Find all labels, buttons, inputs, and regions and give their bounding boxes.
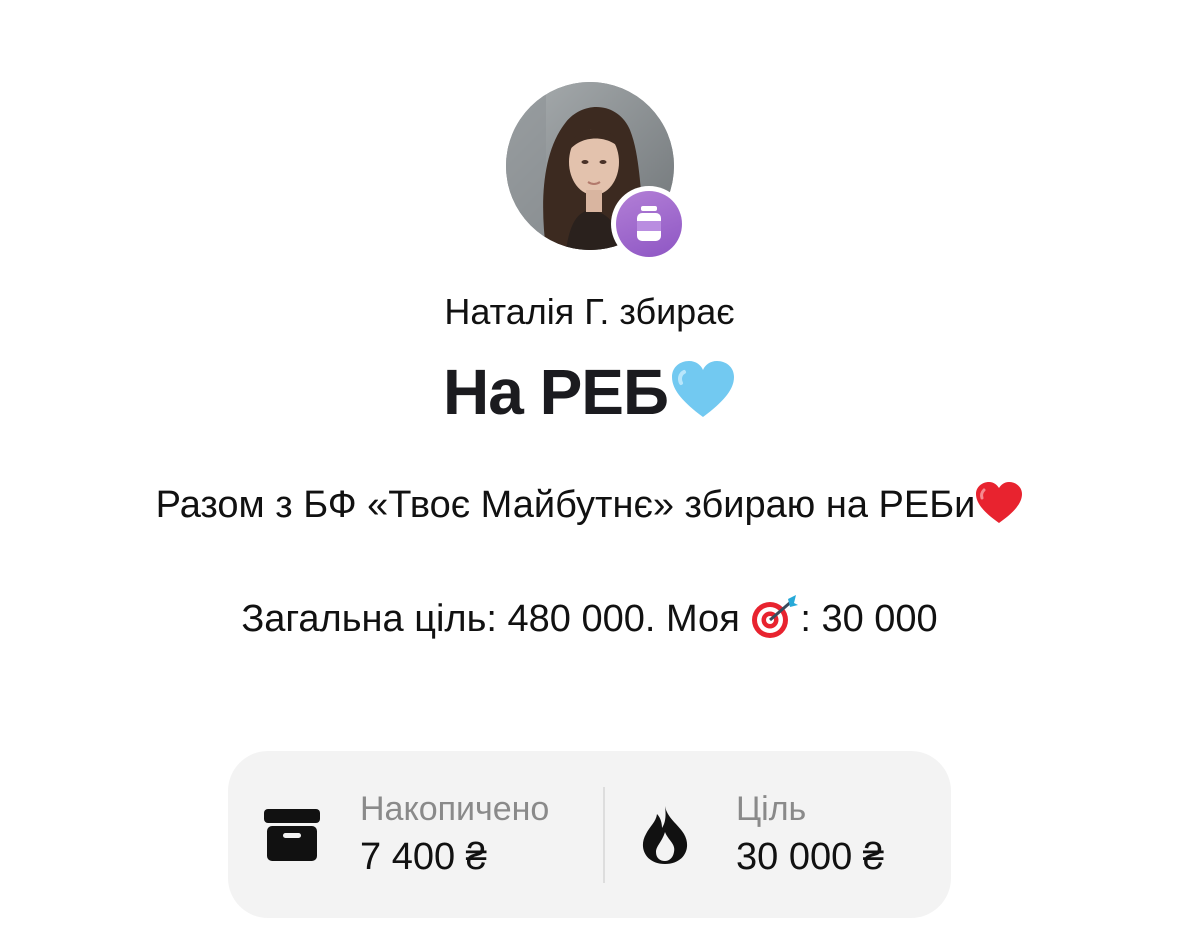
- accumulated-label: Накопичено: [360, 790, 550, 828]
- description-line-2: Загальна ціль: 480 000. Моя : 30 000: [0, 595, 1179, 642]
- description-line-2-after: : 30 000: [800, 598, 938, 640]
- fire-icon: [635, 805, 695, 865]
- goal-label: Ціль: [736, 790, 807, 828]
- accumulated-stat: Накопичено 7 400 ₴: [228, 751, 604, 918]
- red-heart-icon: [976, 482, 1023, 523]
- archive-box-icon: [262, 805, 322, 865]
- goal-stat: Ціль 30 000 ₴: [605, 751, 951, 918]
- description-line-2-before: Загальна ціль: 480 000. Моя: [241, 598, 751, 640]
- jar-title-text: На РЕБ: [443, 356, 669, 428]
- organizer-subtitle: Наталія Г. збирає: [444, 291, 735, 332]
- goal-value: 30 000 ₴: [736, 836, 884, 878]
- jar-icon: [637, 206, 661, 241]
- jar-badge: [611, 186, 687, 262]
- light-blue-heart-icon: [671, 361, 734, 417]
- description-line-1-text: Разом з БФ «Твоє Майбутнє» збираю на РЕБ…: [155, 484, 976, 526]
- target-icon: [752, 595, 799, 638]
- jar-title: На РЕБ: [0, 356, 1179, 428]
- description-line-1: Разом з БФ «Твоє Майбутнє» збираю на РЕБ…: [0, 481, 1179, 528]
- avatar-container: [506, 82, 687, 262]
- stats-card: Накопичено 7 400 ₴ Ціль 30 000 ₴: [228, 751, 951, 918]
- accumulated-value: 7 400 ₴: [360, 836, 487, 878]
